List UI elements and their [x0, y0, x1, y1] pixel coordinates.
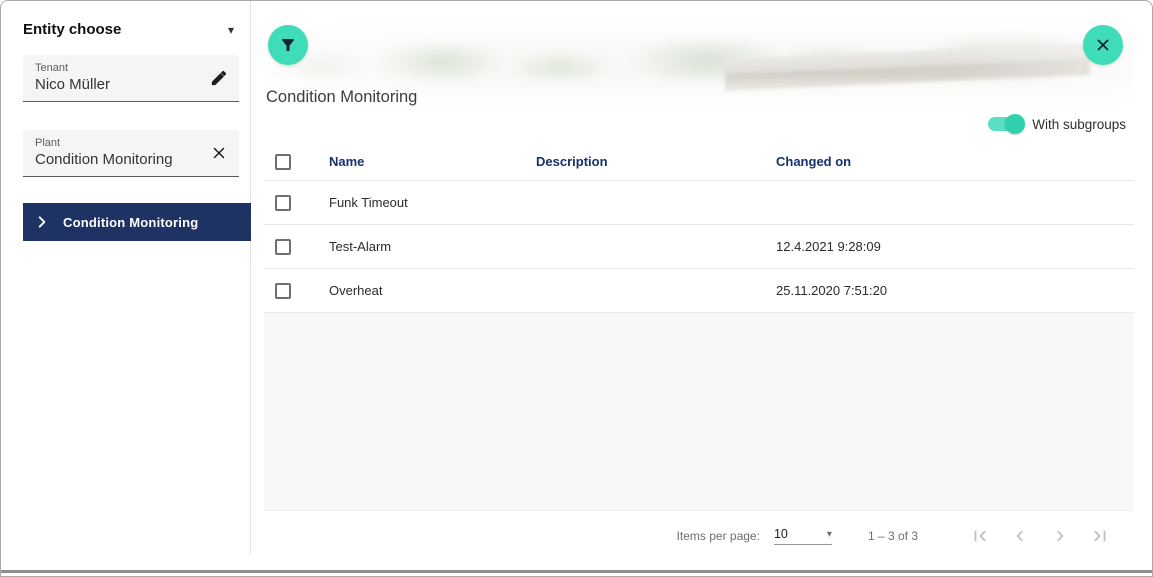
row-checkbox[interactable] [275, 238, 291, 255]
row-checkbox-cell [264, 194, 329, 211]
row-changed-on: 25.11.2020 7:51:20 [776, 283, 888, 298]
select-all-checkbox[interactable] [275, 153, 291, 170]
row-checkbox[interactable] [275, 282, 291, 299]
tenant-field-label: Tenant [35, 62, 69, 74]
column-header-changed-on: Changed on [776, 154, 852, 169]
collapse-caret-icon[interactable]: ▾ [228, 24, 234, 36]
window-bottom-edge [1, 570, 1152, 573]
items-per-page-label: Items per page: [676, 529, 760, 543]
edit-tenant-button[interactable] [207, 66, 231, 90]
row-changed-on: 12.4.2021 9:28:09 [776, 239, 881, 254]
table-row[interactable]: Test-Alarm 12.4.2021 9:28:09 [264, 225, 1134, 269]
first-page-icon [974, 530, 986, 542]
column-header-description: Description [536, 154, 608, 169]
first-page-button[interactable] [968, 524, 992, 548]
row-name: Test-Alarm [329, 239, 392, 254]
table-header-row: Name Description Changed on [264, 143, 1134, 181]
app-window: Entity choose ▾ Tenant Nico Müller Plant… [0, 0, 1153, 577]
row-name: Overheat [329, 283, 383, 298]
close-x-icon [1097, 39, 1109, 51]
chevron-left-icon [1016, 530, 1024, 542]
funnel-icon [282, 39, 294, 51]
x-icon [213, 147, 225, 159]
table-empty-area [264, 313, 1134, 511]
toggle-knob [1005, 114, 1026, 134]
plant-field-label: Plant [35, 137, 61, 149]
tenant-field-value: Nico Müller [35, 76, 111, 93]
pencil-icon [211, 70, 227, 86]
with-subgroups-toggle[interactable] [988, 114, 1026, 134]
plant-field-value: Condition Monitoring [35, 151, 173, 168]
next-page-button[interactable] [1048, 524, 1072, 548]
panel-title: Condition Monitoring [266, 88, 418, 106]
last-page-icon [1094, 530, 1106, 542]
sidebar-title: Entity choose [23, 21, 122, 38]
clear-plant-button[interactable] [207, 141, 231, 165]
select-caret-icon: ▾ [826, 528, 832, 540]
row-checkbox[interactable] [275, 194, 291, 211]
sidebar-item-condition-monitoring[interactable]: Condition Monitoring [23, 203, 251, 241]
chevron-right-icon [1056, 530, 1064, 542]
filter-button[interactable] [268, 25, 308, 65]
table-row[interactable]: Funk Timeout [264, 181, 1134, 225]
chevron-right-icon [38, 216, 46, 228]
tenant-field[interactable]: Tenant Nico Müller [23, 55, 239, 102]
tree-item-label: Condition Monitoring [63, 214, 199, 230]
row-name: Funk Timeout [329, 195, 408, 210]
header-image: Condition Monitoring [264, 19, 1134, 107]
entity-sidebar: Entity choose ▾ Tenant Nico Müller Plant… [1, 1, 251, 554]
sidebar-header: Entity choose ▾ [1, 1, 250, 38]
column-header-name: Name [329, 154, 365, 169]
last-page-button[interactable] [1088, 524, 1112, 548]
condition-monitoring-panel: Condition Monitoring With subgroups Name… [264, 19, 1134, 561]
row-checkbox-cell [264, 282, 329, 299]
plant-field[interactable]: Plant Condition Monitoring [23, 130, 239, 177]
page-size-value: 10 [773, 527, 788, 541]
alarms-table: Name Description Changed on Funk Timeout… [264, 143, 1134, 313]
header-checkbox-cell [264, 153, 329, 170]
page-range-label: 1 – 3 of 3 [867, 529, 918, 543]
paginator: Items per page: 10 ▾ 1 – 3 of 3 [264, 511, 1134, 561]
row-checkbox-cell [264, 238, 329, 255]
table-row[interactable]: Overheat 25.11.2020 7:51:20 [264, 269, 1134, 313]
page-size-select[interactable]: 10 ▾ [773, 527, 832, 545]
subgroups-toggle-row: With subgroups [264, 111, 1134, 137]
previous-page-button[interactable] [1008, 524, 1032, 548]
with-subgroups-label: With subgroups [1032, 116, 1126, 132]
close-button[interactable] [1083, 25, 1123, 65]
